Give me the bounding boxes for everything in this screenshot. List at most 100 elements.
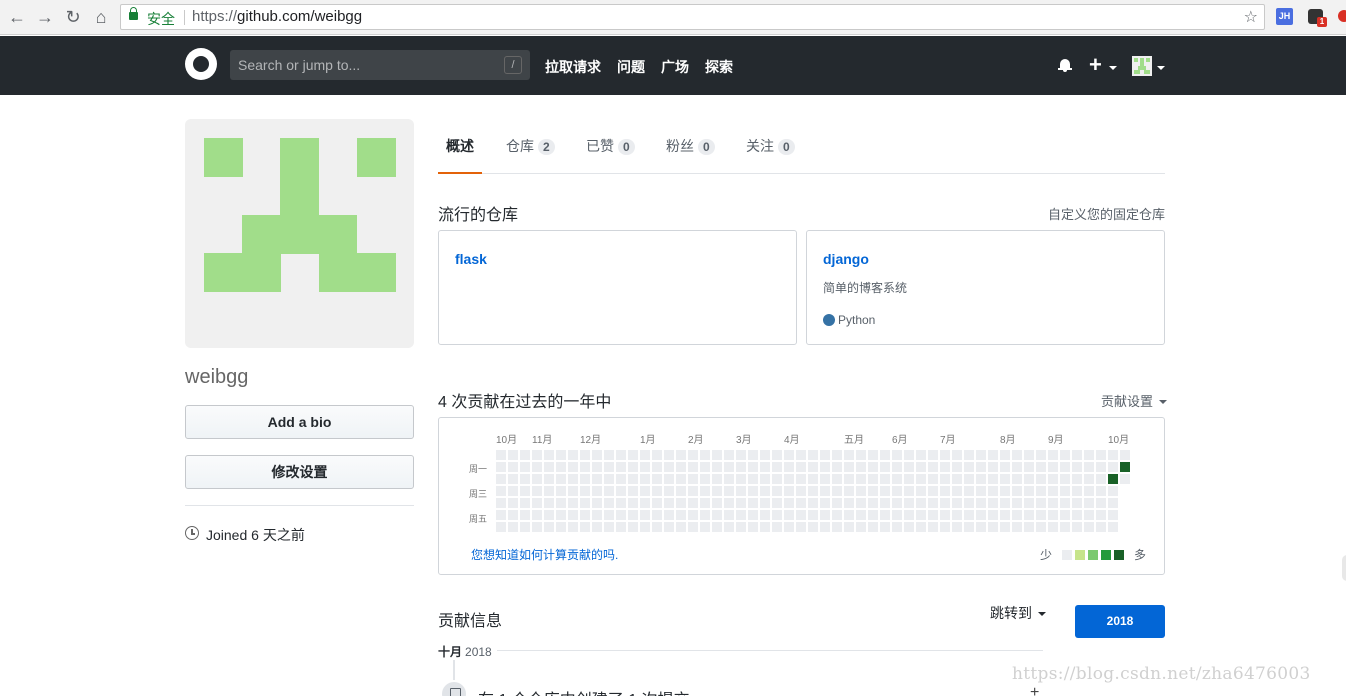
contribution-day[interactable] — [616, 498, 626, 508]
search-box[interactable]: / — [230, 50, 530, 80]
contribution-day[interactable] — [928, 462, 938, 472]
contribution-day[interactable] — [1012, 462, 1022, 472]
contribution-day[interactable] — [592, 498, 602, 508]
contribution-day[interactable] — [1108, 522, 1118, 532]
contribution-day[interactable] — [700, 498, 710, 508]
contribution-day[interactable] — [664, 450, 674, 460]
contribution-day[interactable] — [844, 498, 854, 508]
contribution-settings-dropdown[interactable]: 贡献设置 — [1101, 391, 1167, 410]
contribution-day[interactable] — [1084, 474, 1094, 484]
contribution-day[interactable] — [748, 450, 758, 460]
contribution-day[interactable] — [892, 510, 902, 520]
contribution-day[interactable] — [1036, 498, 1046, 508]
contribution-day[interactable] — [1000, 486, 1010, 496]
contribution-day[interactable] — [712, 486, 722, 496]
tab-following[interactable]: 关注 0 — [746, 120, 795, 174]
contribution-day[interactable] — [940, 462, 950, 472]
contribution-day[interactable] — [808, 486, 818, 496]
contribution-day[interactable] — [556, 486, 566, 496]
contribution-day[interactable] — [976, 498, 986, 508]
contribution-day[interactable] — [520, 462, 530, 472]
contribution-day[interactable] — [928, 510, 938, 520]
contribution-day[interactable] — [1012, 486, 1022, 496]
contribution-day[interactable] — [808, 450, 818, 460]
menu-icon[interactable] — [1338, 10, 1346, 22]
contribution-day[interactable] — [604, 498, 614, 508]
contribution-day[interactable] — [1072, 522, 1082, 532]
contribution-day[interactable] — [544, 450, 554, 460]
contribution-day[interactable] — [796, 486, 806, 496]
contribution-day[interactable] — [652, 462, 662, 472]
contribution-day[interactable] — [796, 510, 806, 520]
contribution-day[interactable] — [1024, 498, 1034, 508]
contribution-day[interactable] — [724, 450, 734, 460]
contribution-day[interactable] — [652, 474, 662, 484]
contribution-day[interactable] — [544, 462, 554, 472]
contribution-day[interactable] — [952, 474, 962, 484]
url-text[interactable]: https://github.com/weibgg — [192, 8, 362, 25]
contribution-day[interactable] — [676, 510, 686, 520]
contribution-day[interactable] — [772, 462, 782, 472]
contribution-day[interactable] — [496, 522, 506, 532]
contribution-day[interactable] — [760, 498, 770, 508]
contribution-day[interactable] — [712, 474, 722, 484]
contribution-day[interactable] — [904, 498, 914, 508]
contribution-day[interactable] — [772, 486, 782, 496]
contribution-day[interactable] — [868, 462, 878, 472]
contribution-day[interactable] — [616, 486, 626, 496]
contribution-day[interactable] — [964, 450, 974, 460]
contribution-day[interactable] — [1096, 498, 1106, 508]
contribution-day[interactable] — [676, 522, 686, 532]
contribution-day[interactable] — [1012, 522, 1022, 532]
contribution-day[interactable] — [532, 474, 542, 484]
contribution-day[interactable] — [700, 510, 710, 520]
contribution-day[interactable] — [868, 486, 878, 496]
contribution-day[interactable] — [844, 522, 854, 532]
notification-bell-icon[interactable] — [1058, 58, 1072, 72]
contribution-day[interactable] — [1024, 486, 1034, 496]
contribution-day[interactable] — [736, 462, 746, 472]
contribution-day[interactable] — [880, 462, 890, 472]
contribution-day[interactable] — [496, 486, 506, 496]
contribution-day[interactable] — [724, 510, 734, 520]
contribution-day[interactable] — [520, 510, 530, 520]
contribution-day[interactable] — [640, 462, 650, 472]
contribution-day[interactable] — [904, 474, 914, 484]
contribution-day[interactable] — [988, 510, 998, 520]
contribution-day[interactable] — [676, 486, 686, 496]
contribution-day[interactable] — [1036, 510, 1046, 520]
contribution-day[interactable] — [1036, 462, 1046, 472]
contribution-day[interactable] — [868, 498, 878, 508]
contribution-day[interactable] — [880, 510, 890, 520]
contribution-day[interactable] — [664, 498, 674, 508]
contribution-day[interactable] — [784, 510, 794, 520]
contribution-day[interactable] — [532, 486, 542, 496]
reload-icon[interactable]: ↻ — [62, 6, 84, 28]
contribution-day[interactable] — [628, 462, 638, 472]
contribution-day[interactable] — [1012, 450, 1022, 460]
contribution-day[interactable] — [916, 522, 926, 532]
contribution-day[interactable] — [820, 498, 830, 508]
contribution-day[interactable] — [820, 474, 830, 484]
contribution-day[interactable] — [748, 486, 758, 496]
tab-stars[interactable]: 已赞 0 — [586, 120, 635, 174]
contribution-day[interactable] — [604, 462, 614, 472]
contribution-day[interactable] — [628, 522, 638, 532]
contribution-day[interactable] — [556, 462, 566, 472]
contribution-day[interactable] — [1000, 450, 1010, 460]
contribution-day[interactable] — [1120, 474, 1130, 484]
github-logo-icon[interactable] — [185, 48, 217, 80]
contribution-day[interactable] — [916, 462, 926, 472]
contribution-day[interactable] — [844, 486, 854, 496]
contribution-day[interactable] — [964, 474, 974, 484]
contribution-day[interactable] — [556, 450, 566, 460]
contribution-day[interactable] — [928, 498, 938, 508]
contribution-day[interactable] — [592, 462, 602, 472]
contribution-day[interactable] — [1108, 498, 1118, 508]
contribution-day[interactable] — [544, 498, 554, 508]
contribution-day[interactable] — [520, 522, 530, 532]
contribution-day[interactable] — [844, 450, 854, 460]
contribution-day[interactable] — [724, 498, 734, 508]
address-bar[interactable]: 安全 https://github.com/weibgg ☆ — [120, 4, 1265, 30]
tab-followers[interactable]: 粉丝 0 — [666, 120, 715, 174]
